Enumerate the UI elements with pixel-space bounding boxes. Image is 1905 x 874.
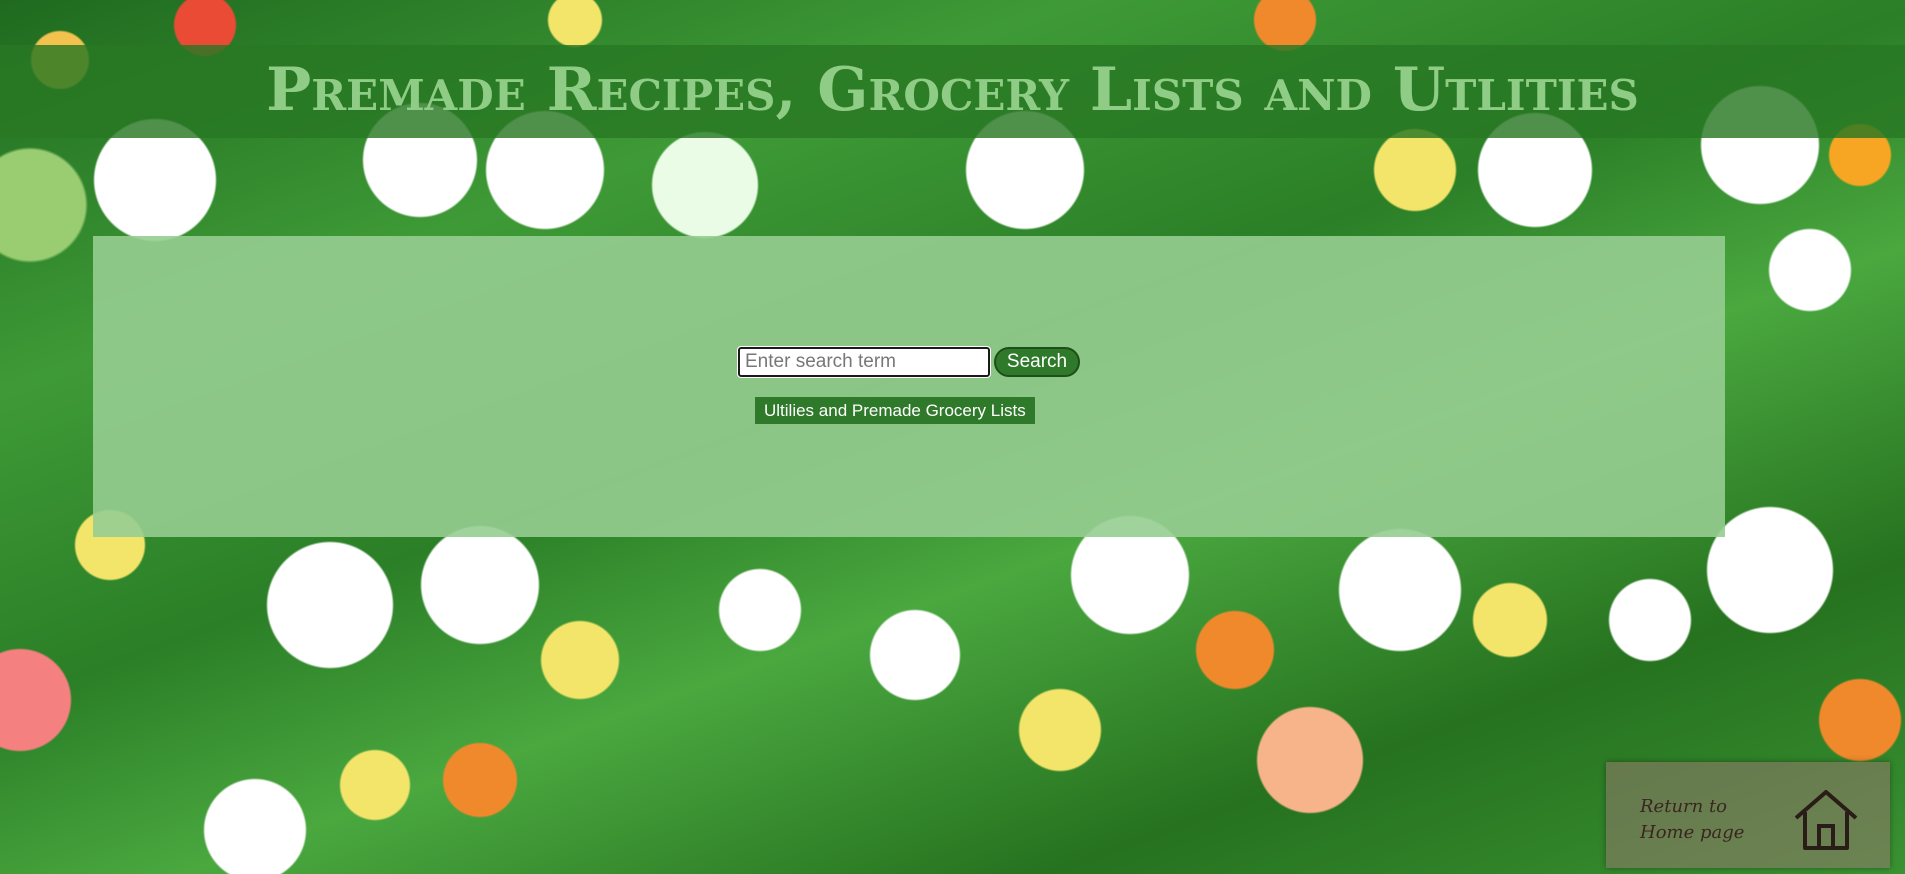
search-input[interactable] xyxy=(737,346,991,378)
utilities-grocery-lists-link[interactable]: Ultilies and Premade Grocery Lists xyxy=(755,397,1035,424)
header-banner: Premade Recipes, Grocery Lists and Utlit… xyxy=(0,45,1905,138)
search-panel: Search Ultilies and Premade Grocery List… xyxy=(93,236,1725,537)
home-icon xyxy=(1794,790,1858,850)
page-title: Premade Recipes, Grocery Lists and Utlit… xyxy=(266,55,1639,125)
return-home-button[interactable]: Return to Home page xyxy=(1606,762,1890,868)
search-form: Search xyxy=(737,346,1080,378)
search-button[interactable]: Search xyxy=(994,347,1080,377)
return-home-label: Return to Home page xyxy=(1640,796,1745,843)
